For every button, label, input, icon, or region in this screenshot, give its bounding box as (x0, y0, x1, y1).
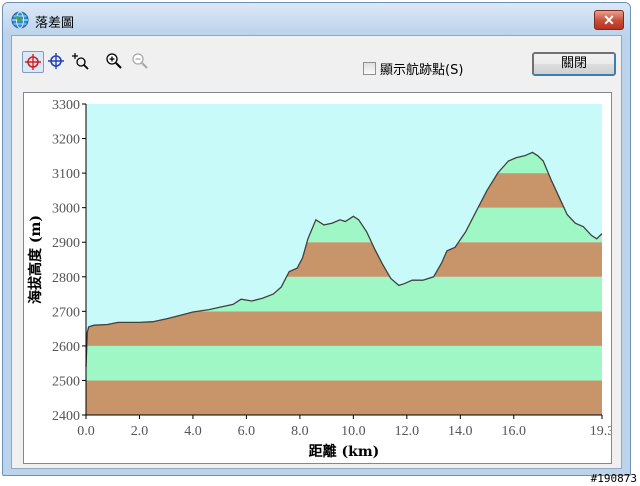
y-tick-label: 2900 (52, 236, 80, 251)
profile-plot-frame: 2400 2500 2600 2700 2800 2900 3000 3100 3200 3300… (23, 92, 612, 464)
client-area: 顯示航跡點(S) 關閉 2400 2500 2600 2700 2800 2900 3000… (11, 35, 622, 469)
y-tick-label: 3100 (52, 167, 80, 182)
zoom-area-tool[interactable] (70, 51, 92, 73)
globe-icon (11, 11, 29, 29)
crosshair-blue-icon (48, 53, 64, 69)
zoom-in-tool[interactable] (104, 51, 126, 73)
y-tick-label: 2400 (52, 409, 80, 424)
crosshair-red-tool[interactable] (22, 51, 44, 73)
show-waypoints-checkbox[interactable] (363, 61, 376, 75)
show-waypoints-toggle[interactable]: 顯示航跡點(S) (363, 59, 464, 78)
x-tick-label: 16.0 (502, 424, 527, 439)
x-tick-label: 8.0 (291, 424, 309, 439)
image-watermark: #190873 (590, 472, 637, 485)
y-tick-label: 2700 (52, 305, 80, 320)
crosshair-red-icon (25, 54, 41, 70)
y-tick-label: 3000 (52, 202, 80, 217)
zoom-in-icon (106, 53, 122, 69)
y-tick-label: 3300 (52, 98, 80, 113)
elevation-band (86, 345, 602, 381)
window-close-button[interactable]: ✕ (594, 10, 624, 30)
x-tick-label: 10.0 (341, 424, 366, 439)
zoom-out-tool[interactable] (130, 51, 152, 73)
zoom-area-icon (72, 53, 89, 70)
close-dialog-button[interactable]: 關閉 (532, 52, 616, 76)
profile-window: 落差圖 ✕ 顯示航跡點(S) 關閉 2400 2500 2600 2700 28… (2, 2, 631, 476)
y-tick-label: 2800 (52, 271, 80, 286)
x-tick-label: 0.0 (77, 424, 95, 439)
show-waypoints-label: 顯示航跡點(S) (380, 62, 464, 78)
y-tick-label: 2600 (52, 340, 80, 355)
crosshair-blue-tool[interactable] (46, 51, 68, 73)
x-tick-label: 2.0 (131, 424, 149, 439)
x-tick-label: 12.0 (395, 424, 420, 439)
elevation-profile-chart[interactable]: 2400 2500 2600 2700 2800 2900 3000 3100 3200 3300… (24, 93, 611, 463)
y-tick-label: 3200 (52, 133, 80, 148)
elevation-band (86, 380, 602, 415)
y-axis-title: 海拔高度 (m) (27, 215, 44, 304)
x-axis-title: 距離 (km) (309, 443, 380, 460)
x-tick-label: 14.0 (448, 424, 473, 439)
y-tick-label: 2500 (52, 374, 80, 389)
title-bar[interactable]: 落差圖 ✕ (3, 3, 630, 35)
zoom-out-icon (132, 53, 148, 69)
x-tick-label: 19.3 (590, 424, 611, 439)
x-tick-label: 6.0 (238, 424, 256, 439)
x-tick-label: 4.0 (184, 424, 202, 439)
window-title: 落差圖 (35, 16, 75, 31)
